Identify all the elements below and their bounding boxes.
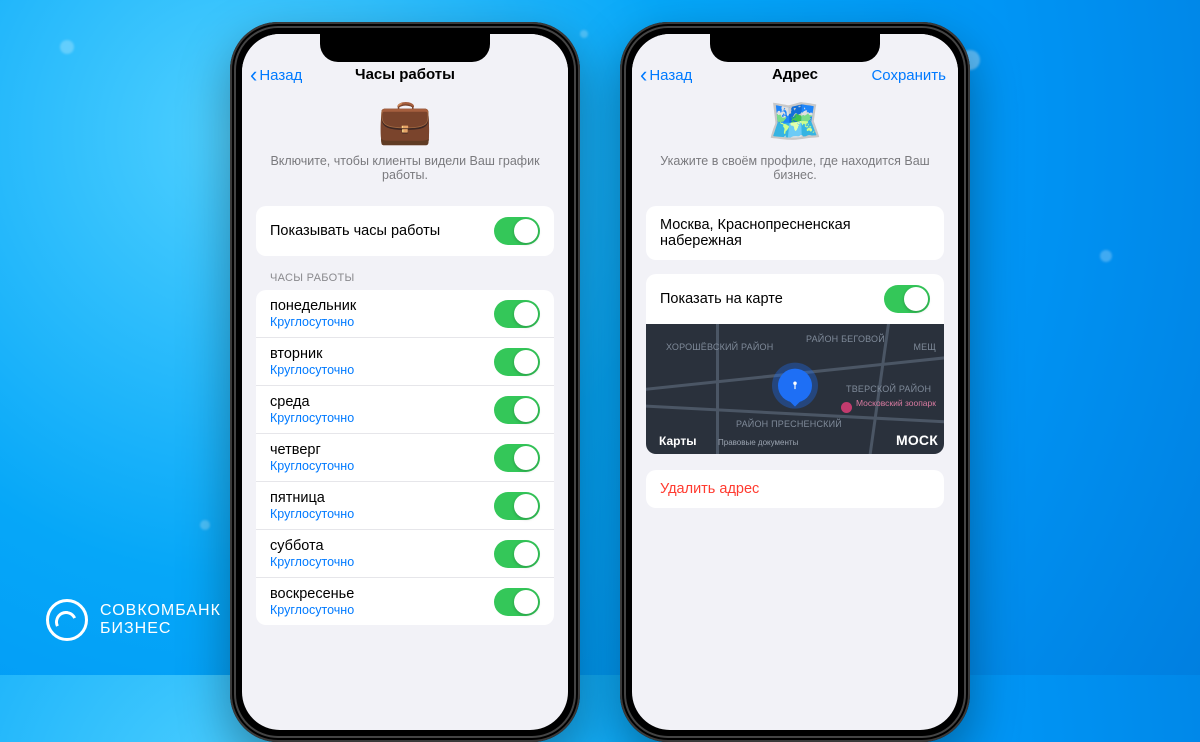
day-name: суббота bbox=[270, 538, 354, 554]
day-hours: Круглосуточно bbox=[270, 363, 354, 377]
briefcase-icon: 💼 bbox=[378, 100, 433, 144]
district-label: ХОРОШЁВСКИЙ РАЙОН bbox=[666, 342, 773, 352]
chevron-left-icon: ‹ bbox=[250, 64, 257, 86]
hero-text: Включите, чтобы клиенты видели Ваш графи… bbox=[260, 154, 550, 182]
logo-line2: БИЗНЕС bbox=[100, 620, 221, 638]
hero: 🗺️ Укажите в своём профиле, где находитс… bbox=[632, 92, 958, 196]
show-on-map-label: Показать на карте bbox=[660, 291, 783, 307]
district-label: РАЙОН ПРЕСНЕНСКИЙ bbox=[736, 419, 842, 429]
district-label: ТВЕРСКОЙ РАЙОН bbox=[846, 384, 931, 394]
city-label: Моск bbox=[896, 432, 938, 448]
day-row[interactable]: понедельникКруглосуточно bbox=[256, 290, 554, 338]
day-hours: Круглосуточно bbox=[270, 555, 354, 569]
poi-label: Московский зоопарк bbox=[856, 398, 936, 408]
day-switch[interactable] bbox=[494, 396, 540, 424]
back-label: Назад bbox=[649, 67, 692, 84]
phone-address: ‹ Назад Адрес Сохранить 🗺️ Укажите в сво… bbox=[620, 22, 970, 742]
logo-line1: СОВКОМБАНК bbox=[100, 602, 221, 620]
apple-maps-brand: Карты bbox=[656, 434, 696, 448]
address-value: Москва, Краснопресненская набережная bbox=[660, 217, 930, 249]
section-label: ЧАСЫ РАБОТЫ bbox=[270, 272, 540, 284]
sovcombank-logo: СОВКОМБАНК БИЗНЕС bbox=[46, 599, 221, 641]
day-hours: Круглосуточно bbox=[270, 411, 354, 425]
day-hours: Круглосуточно bbox=[270, 459, 354, 473]
day-name: среда bbox=[270, 394, 354, 410]
day-row[interactable]: средаКруглосуточно bbox=[256, 386, 554, 434]
show-on-map-cell[interactable]: Показать на карте bbox=[646, 274, 944, 324]
delete-address-label: Удалить адрес bbox=[660, 481, 759, 497]
phone-hours: ‹ Назад Часы работы 💼 Включите, чтобы кл… bbox=[230, 22, 580, 742]
show-hours-switch[interactable] bbox=[494, 217, 540, 245]
hero: 💼 Включите, чтобы клиенты видели Ваш гра… bbox=[242, 92, 568, 196]
map-preview[interactable]: ХОРОШЁВСКИЙ РАЙОН РАЙОН БЕГОВОЙ ТВЕРСКОЙ… bbox=[646, 324, 944, 454]
days-list: понедельникКруглосуточновторникКруглосут… bbox=[256, 290, 554, 625]
day-row[interactable]: вторникКруглосуточно bbox=[256, 338, 554, 386]
day-row[interactable]: четвергКруглосуточно bbox=[256, 434, 554, 482]
location-pin-icon bbox=[778, 369, 812, 403]
logo-mark-icon bbox=[46, 599, 88, 641]
district-label: МЕЩ bbox=[913, 342, 936, 352]
day-hours: Круглосуточно bbox=[270, 507, 354, 521]
back-label: Назад bbox=[259, 67, 302, 84]
day-name: вторник bbox=[270, 346, 354, 362]
chevron-left-icon: ‹ bbox=[640, 64, 647, 86]
day-name: пятница bbox=[270, 490, 354, 506]
page-title: Адрес bbox=[772, 66, 818, 83]
save-button[interactable]: Сохранить bbox=[871, 67, 946, 84]
day-name: воскресенье bbox=[270, 586, 354, 602]
hero-text: Укажите в своём профиле, где находится В… bbox=[650, 154, 940, 182]
show-hours-label: Показывать часы работы bbox=[270, 223, 440, 239]
notch bbox=[320, 34, 490, 62]
address-cell[interactable]: Москва, Краснопресненская набережная bbox=[646, 206, 944, 260]
delete-address-button[interactable]: Удалить адрес bbox=[646, 470, 944, 508]
day-name: четверг bbox=[270, 442, 354, 458]
day-row[interactable]: пятницаКруглосуточно bbox=[256, 482, 554, 530]
day-switch[interactable] bbox=[494, 588, 540, 616]
day-switch[interactable] bbox=[494, 348, 540, 376]
poi-dot bbox=[841, 402, 852, 413]
map-card: Показать на карте ХОРОШЁВСКИЙ РАЙОН РАЙО… bbox=[646, 274, 944, 454]
day-switch[interactable] bbox=[494, 300, 540, 328]
show-on-map-switch[interactable] bbox=[884, 285, 930, 313]
page-title: Часы работы bbox=[355, 66, 455, 83]
map-emoji-icon: 🗺️ bbox=[768, 100, 823, 144]
day-switch[interactable] bbox=[494, 444, 540, 472]
day-switch[interactable] bbox=[494, 492, 540, 520]
back-button[interactable]: ‹ Назад bbox=[640, 64, 692, 86]
day-hours: Круглосуточно bbox=[270, 603, 354, 617]
district-label: РАЙОН БЕГОВОЙ bbox=[806, 334, 885, 344]
day-row[interactable]: субботаКруглосуточно bbox=[256, 530, 554, 578]
notch bbox=[710, 34, 880, 62]
day-switch[interactable] bbox=[494, 540, 540, 568]
day-name: понедельник bbox=[270, 298, 356, 314]
legal-link[interactable]: Правовые документы bbox=[718, 438, 798, 447]
back-button[interactable]: ‹ Назад bbox=[250, 64, 302, 86]
day-row[interactable]: воскресеньеКруглосуточно bbox=[256, 578, 554, 625]
show-hours-cell[interactable]: Показывать часы работы bbox=[256, 206, 554, 256]
day-hours: Круглосуточно bbox=[270, 315, 356, 329]
